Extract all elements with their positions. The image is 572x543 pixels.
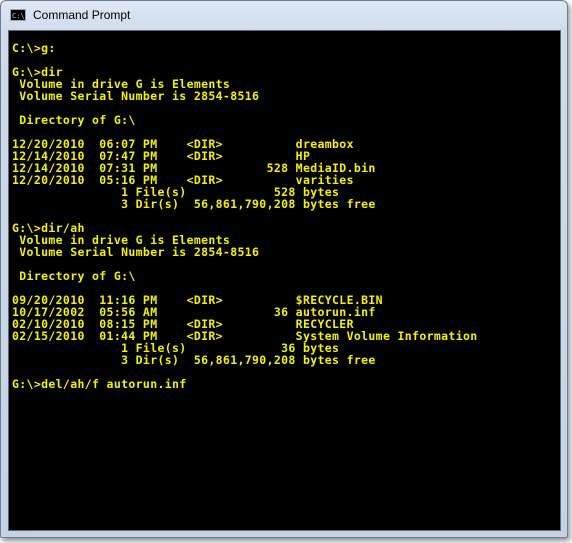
cmd-app-icon[interactable]: C:\	[10, 9, 26, 21]
window-title: Command Prompt	[33, 8, 131, 22]
command-prompt-window: C:\ Command Prompt C:\>g: G:\>dir Volume…	[0, 0, 568, 538]
console-line: Directory of G:\	[12, 269, 136, 283]
console-line: 3 Dir(s) 56,861,790,208 bytes free	[12, 353, 376, 367]
console-line: 3 Dir(s) 56,861,790,208 bytes free	[12, 197, 376, 211]
console-line: C:\>g:	[12, 41, 56, 55]
console-line: G:\>del/ah/f autorun.inf	[12, 377, 187, 391]
console-line: Volume Serial Number is 2854-8516	[12, 245, 260, 259]
title-bar[interactable]: C:\ Command Prompt	[1, 1, 567, 29]
console-line: Volume Serial Number is 2854-8516	[12, 89, 260, 103]
console-output[interactable]: C:\>g: G:\>dir Volume in drive G is Elem…	[8, 30, 561, 531]
console-line: Directory of G:\	[12, 113, 136, 127]
